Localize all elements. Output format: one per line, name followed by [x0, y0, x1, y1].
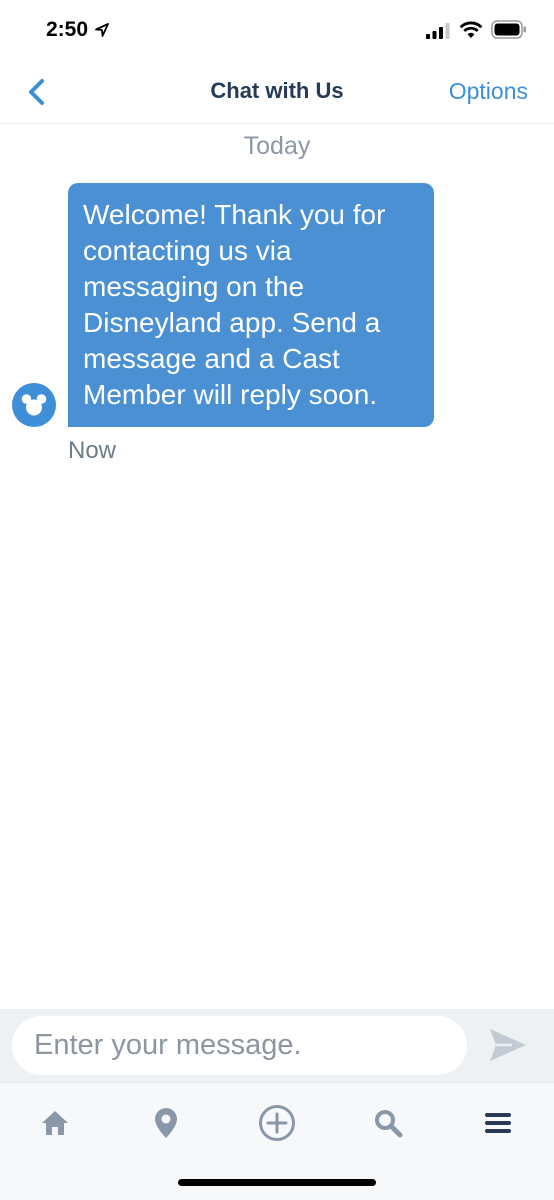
- message-timestamp: Now: [68, 437, 117, 464]
- message-text: Welcome! Thank you for contacting us via…: [83, 199, 386, 410]
- status-bar: 2:50: [0, 0, 554, 62]
- tab-menu[interactable]: [476, 1101, 520, 1145]
- tab-add[interactable]: [255, 1101, 299, 1145]
- battery-icon: [491, 20, 526, 39]
- message-input[interactable]: [12, 1016, 467, 1075]
- home-icon: [42, 1111, 68, 1135]
- menu-icon: [485, 1113, 511, 1133]
- avatar: [12, 383, 56, 427]
- status-time: 2:50: [46, 18, 89, 41]
- cellular-signal-icon: [426, 23, 450, 39]
- date-divider: Today: [243, 132, 311, 160]
- nav-bar: Chat with Us Options: [0, 62, 554, 124]
- home-indicator: [178, 1179, 376, 1186]
- send-icon: [490, 1029, 526, 1061]
- send-button[interactable]: [486, 1025, 530, 1065]
- mickey-head-icon: [21, 394, 47, 416]
- map-pin-icon: [155, 1108, 177, 1138]
- tab-home[interactable]: [33, 1101, 77, 1145]
- back-button[interactable]: [20, 74, 56, 110]
- tab-search[interactable]: [366, 1101, 410, 1145]
- message-composer: [0, 1009, 554, 1082]
- search-icon: [375, 1110, 403, 1138]
- wifi-icon: [459, 21, 483, 38]
- chevron-left-icon: [29, 79, 44, 105]
- tab-map[interactable]: [144, 1101, 188, 1145]
- plus-circle-icon: [259, 1105, 295, 1141]
- message-bubble: Welcome! Thank you for contacting us via…: [68, 183, 434, 427]
- options-button[interactable]: Options: [449, 78, 528, 105]
- location-arrow-icon: [95, 23, 109, 37]
